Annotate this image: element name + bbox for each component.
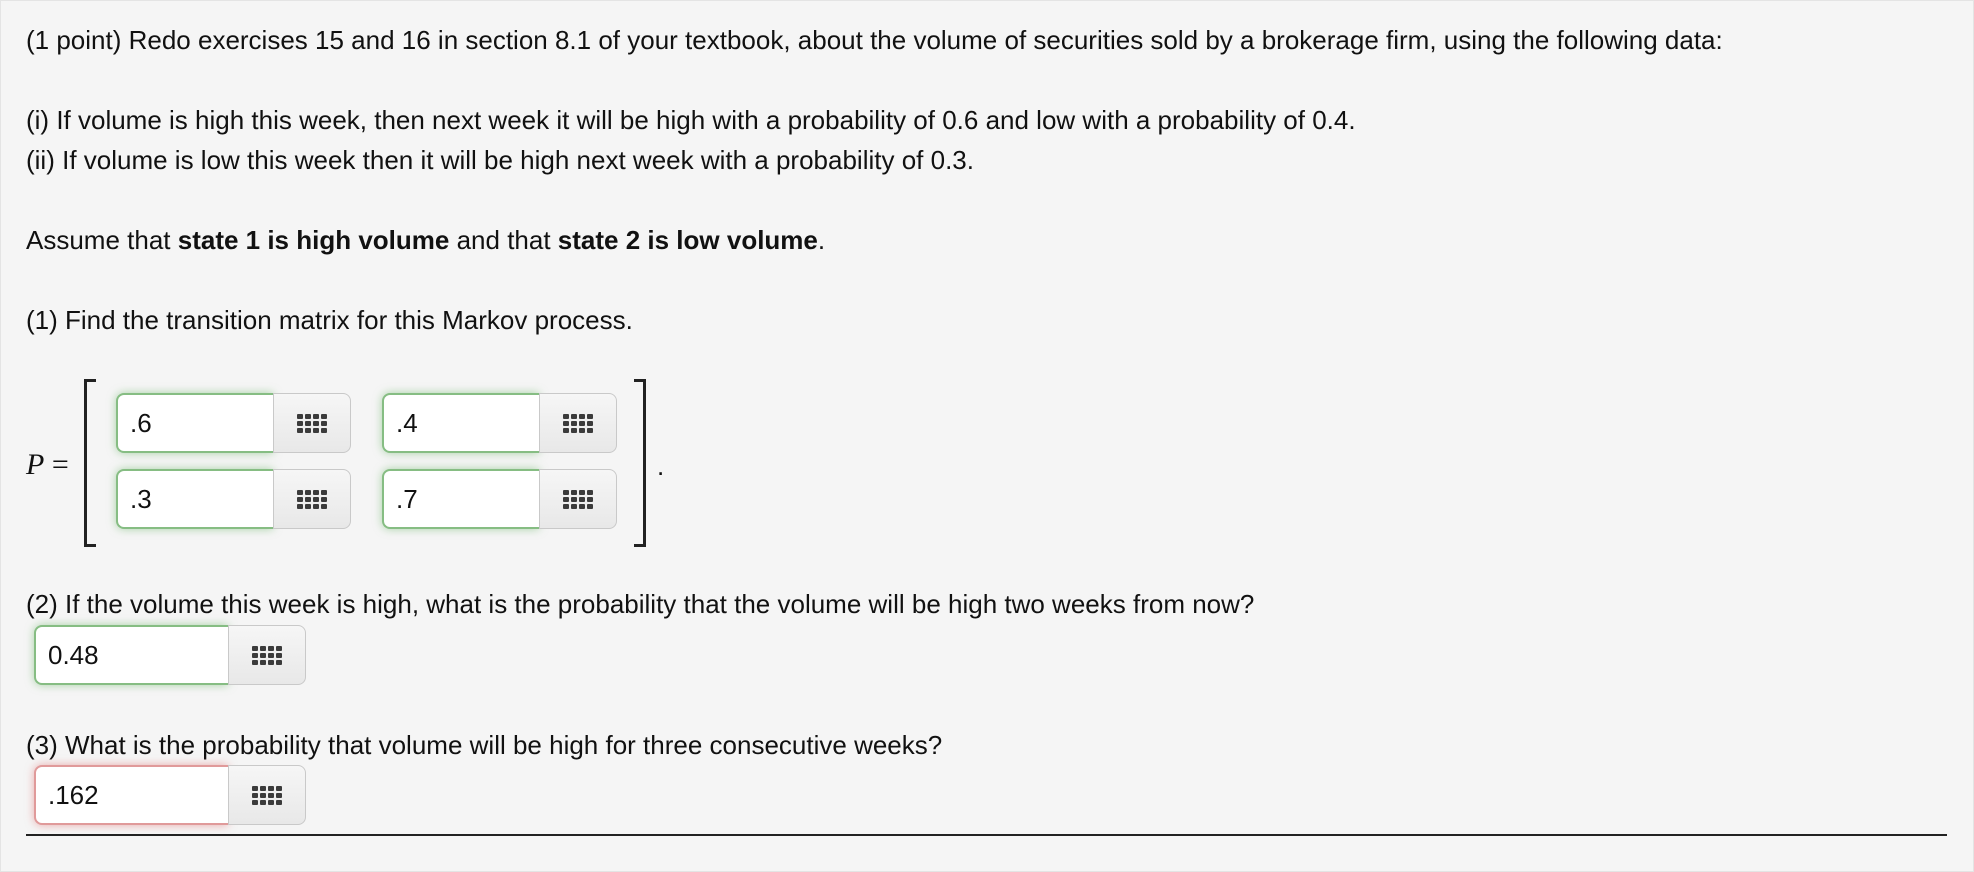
- assumption-state1: state 1 is high volume: [177, 225, 450, 255]
- matrix-cell-1-1-field: .6: [116, 393, 351, 453]
- problem-container: (1 point) Redo exercises 15 and 16 in se…: [0, 0, 1974, 872]
- matrix-cell-2-2-input[interactable]: .7: [382, 469, 539, 529]
- assumption-state2: state 2 is low volume: [557, 225, 818, 255]
- equation-palette-button[interactable]: [228, 765, 306, 825]
- matrix-variable: P: [26, 448, 45, 481]
- matrix-cell-2-2-field: .7: [382, 469, 617, 529]
- question-2-answer-field: 0.48: [34, 625, 306, 685]
- grid-icon: [252, 645, 282, 665]
- question-1-prompt: (1) Find the transition matrix for this …: [26, 305, 633, 335]
- question-3-answer-field: .162: [34, 765, 306, 825]
- assumption-part3: .: [817, 225, 826, 255]
- equation-palette-button[interactable]: [273, 393, 351, 453]
- matrix-left-bracket: [84, 379, 96, 547]
- condition-i: (i) If volume is high this week, then ne…: [26, 105, 1356, 135]
- divider-rule: [26, 834, 1947, 836]
- question-2-answer-input[interactable]: 0.48: [34, 625, 228, 685]
- problem-intro: (1 point) Redo exercises 15 and 16 in se…: [26, 25, 1723, 55]
- matrix-label: P =: [26, 448, 69, 482]
- grid-icon: [563, 489, 593, 509]
- assumption-part1: Assume that: [26, 225, 178, 255]
- grid-icon: [252, 785, 282, 805]
- equation-palette-button[interactable]: [539, 469, 617, 529]
- equation-palette-button[interactable]: [273, 469, 351, 529]
- question-3-answer-input[interactable]: .162: [34, 765, 228, 825]
- equation-palette-button[interactable]: [228, 625, 306, 685]
- matrix-right-bracket: [634, 379, 646, 547]
- matrix-period: .: [657, 451, 665, 481]
- matrix-cell-2-1-input[interactable]: .3: [116, 469, 273, 529]
- matrix-equals: =: [44, 448, 69, 481]
- matrix-cell-1-2-field: .4: [382, 393, 617, 453]
- question-3-prompt: (3) What is the probability that volume …: [26, 730, 943, 760]
- grid-icon: [563, 413, 593, 433]
- equation-palette-button[interactable]: [539, 393, 617, 453]
- question-2-prompt: (2) If the volume this week is high, wha…: [26, 589, 1255, 619]
- condition-ii: (ii) If volume is low this week then it …: [26, 145, 974, 175]
- matrix-cell-2-1-field: .3: [116, 469, 351, 529]
- assumption-part2: and that: [449, 225, 558, 255]
- grid-icon: [297, 489, 327, 509]
- grid-icon: [297, 413, 327, 433]
- assumption-text: Assume that state 1 is high volume and t…: [26, 223, 825, 257]
- matrix-cell-1-1-input[interactable]: .6: [116, 393, 273, 453]
- matrix-cell-1-2-input[interactable]: .4: [382, 393, 539, 453]
